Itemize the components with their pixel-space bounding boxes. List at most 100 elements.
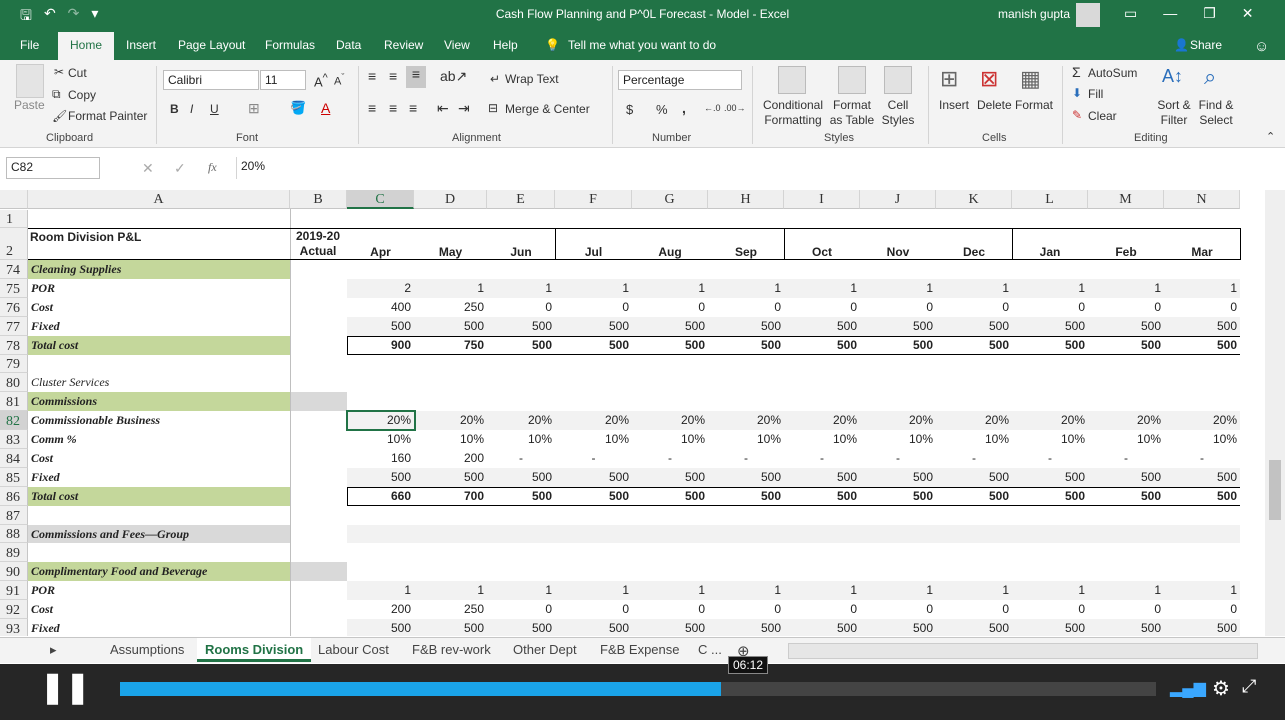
cell-76-n[interactable]: 0 xyxy=(1164,298,1240,317)
autosum-button[interactable]: AutoSum xyxy=(1088,66,1137,80)
tab-view[interactable]: View xyxy=(444,38,470,52)
sheet-tab-assumptions[interactable]: Assumptions xyxy=(110,642,184,657)
sheet-tab-fb-expense[interactable]: F&B Expense xyxy=(600,642,680,657)
cell-82-d[interactable]: 20% xyxy=(414,411,487,430)
cell-93-e[interactable]: 500 xyxy=(487,619,555,636)
tab-page-layout[interactable]: Page Layout xyxy=(178,38,245,52)
cell-84-j[interactable]: - xyxy=(860,449,936,468)
cell-82-j[interactable]: 20% xyxy=(860,411,936,430)
cell-77-l[interactable]: 500 xyxy=(1012,317,1088,336)
column-header-n[interactable]: N xyxy=(1164,190,1240,209)
vertical-scrollbar[interactable] xyxy=(1265,190,1285,636)
cell-84-n[interactable]: - xyxy=(1164,449,1240,468)
user-name[interactable]: manish gupta xyxy=(998,7,1070,21)
sheet-tab-labour-cost[interactable]: Labour Cost xyxy=(318,642,389,657)
cell-83-n[interactable]: 10% xyxy=(1164,430,1240,449)
month-header-jan[interactable]: Jan xyxy=(1012,244,1088,260)
cell-92-h[interactable]: 0 xyxy=(708,600,784,619)
column-header-l[interactable]: L xyxy=(1012,190,1088,209)
month-header-feb[interactable]: Feb xyxy=(1088,244,1164,260)
row-label-75[interactable]: POR xyxy=(28,279,290,298)
cell-92-m[interactable]: 0 xyxy=(1088,600,1164,619)
month-header-sep[interactable]: Sep xyxy=(708,244,784,260)
column-header-k[interactable]: K xyxy=(936,190,1012,209)
cell-76-k[interactable]: 0 xyxy=(936,298,1012,317)
month-header-jul[interactable]: Jul xyxy=(555,244,632,260)
column-header-a[interactable]: A xyxy=(28,190,290,209)
cell-91-c[interactable]: 1 xyxy=(347,581,414,600)
align-left-icon[interactable]: ≡ xyxy=(368,100,376,116)
row-label-82[interactable]: Commissionable Business xyxy=(28,411,290,430)
row-header-91[interactable]: 91 xyxy=(0,581,28,600)
cell-83-e[interactable]: 10% xyxy=(487,430,555,449)
currency-button[interactable]: $ xyxy=(626,102,633,117)
cell-77-n[interactable]: 500 xyxy=(1164,317,1240,336)
month-header-jun[interactable]: Jun xyxy=(487,244,555,260)
column-header-h[interactable]: H xyxy=(708,190,784,209)
cell-93-c[interactable]: 500 xyxy=(347,619,414,636)
pause-icon[interactable]: ❚❚ xyxy=(40,670,90,705)
volume-icon[interactable]: ▂▄▆ xyxy=(1170,678,1206,698)
row-header-89[interactable]: 89 xyxy=(0,543,28,562)
month-header-oct[interactable]: Oct xyxy=(784,244,860,260)
cell-77-e[interactable]: 500 xyxy=(487,317,555,336)
cell-83-j[interactable]: 10% xyxy=(860,430,936,449)
cell-92-l[interactable]: 0 xyxy=(1012,600,1088,619)
month-header-apr[interactable]: Apr xyxy=(347,244,414,260)
row-header-92[interactable]: 92 xyxy=(0,600,28,619)
underline-button[interactable]: U xyxy=(210,102,219,116)
cell-84-e[interactable]: - xyxy=(487,449,555,468)
cell-75-f[interactable]: 1 xyxy=(555,279,632,298)
cell-85-f[interactable]: 500 xyxy=(555,468,632,487)
font-color-icon[interactable]: A xyxy=(321,100,330,116)
tab-review[interactable]: Review xyxy=(384,38,423,52)
sheet-scroll-right-icon[interactable]: ▸ xyxy=(50,642,57,658)
cell-92-d[interactable]: 250 xyxy=(414,600,487,619)
cell-91-g[interactable]: 1 xyxy=(632,581,708,600)
tab-help[interactable]: Help xyxy=(493,38,518,52)
column-header-g[interactable]: G xyxy=(632,190,708,209)
enter-icon[interactable]: ✓ xyxy=(174,160,186,177)
orientation-icon[interactable]: ab↗ xyxy=(440,68,467,85)
cell-85-h[interactable]: 500 xyxy=(708,468,784,487)
cell-91-e[interactable]: 1 xyxy=(487,581,555,600)
row-label-91[interactable]: POR xyxy=(28,581,290,600)
collapse-ribbon-icon[interactable]: ⌃ xyxy=(1266,130,1275,143)
paste-icon[interactable] xyxy=(16,64,44,98)
sheet-title[interactable]: Room Division P&L xyxy=(30,228,270,246)
cell-93-d[interactable]: 500 xyxy=(414,619,487,636)
tab-data[interactable]: Data xyxy=(336,38,361,52)
cell-85-g[interactable]: 500 xyxy=(632,468,708,487)
cell-85-i[interactable]: 500 xyxy=(784,468,860,487)
cancel-icon[interactable]: ✕ xyxy=(142,160,154,177)
column-header-m[interactable]: M xyxy=(1088,190,1164,209)
cell-77-j[interactable]: 500 xyxy=(860,317,936,336)
settings-icon[interactable]: ⚙ xyxy=(1212,676,1230,701)
format-cells-button[interactable]: Format xyxy=(1015,98,1053,112)
month-header-may[interactable]: May xyxy=(414,244,487,260)
tab-file[interactable]: File xyxy=(20,38,39,52)
cell-93-j[interactable]: 500 xyxy=(860,619,936,636)
cell-styles-button[interactable]: Cell Styles xyxy=(880,98,916,128)
restore-icon[interactable]: ❐ xyxy=(1203,5,1216,22)
actual-year-header[interactable]: 2019-20 xyxy=(292,228,344,244)
cell-92-c[interactable]: 200 xyxy=(347,600,414,619)
merge-center-button[interactable]: Merge & Center xyxy=(505,102,590,116)
row-label-83[interactable]: Comm % xyxy=(28,430,290,449)
row-header-83[interactable]: 83 xyxy=(0,430,28,449)
clear-button[interactable]: Clear xyxy=(1088,109,1117,123)
increase-indent-icon[interactable]: ⇥ xyxy=(458,100,470,117)
cell-82-i[interactable]: 20% xyxy=(784,411,860,430)
row-header-82[interactable]: 82 xyxy=(0,411,28,430)
row-label-78[interactable]: Total cost xyxy=(28,336,290,355)
avatar[interactable] xyxy=(1076,3,1100,27)
cell-75-l[interactable]: 1 xyxy=(1012,279,1088,298)
cell-91-f[interactable]: 1 xyxy=(555,581,632,600)
cell-77-f[interactable]: 500 xyxy=(555,317,632,336)
format-painter-button[interactable]: Format Painter xyxy=(68,109,147,123)
cell-91-m[interactable]: 1 xyxy=(1088,581,1164,600)
cell-91-n[interactable]: 1 xyxy=(1164,581,1240,600)
tab-insert[interactable]: Insert xyxy=(126,38,156,52)
cut-button[interactable]: Cut xyxy=(68,66,87,80)
row-header-84[interactable]: 84 xyxy=(0,449,28,468)
